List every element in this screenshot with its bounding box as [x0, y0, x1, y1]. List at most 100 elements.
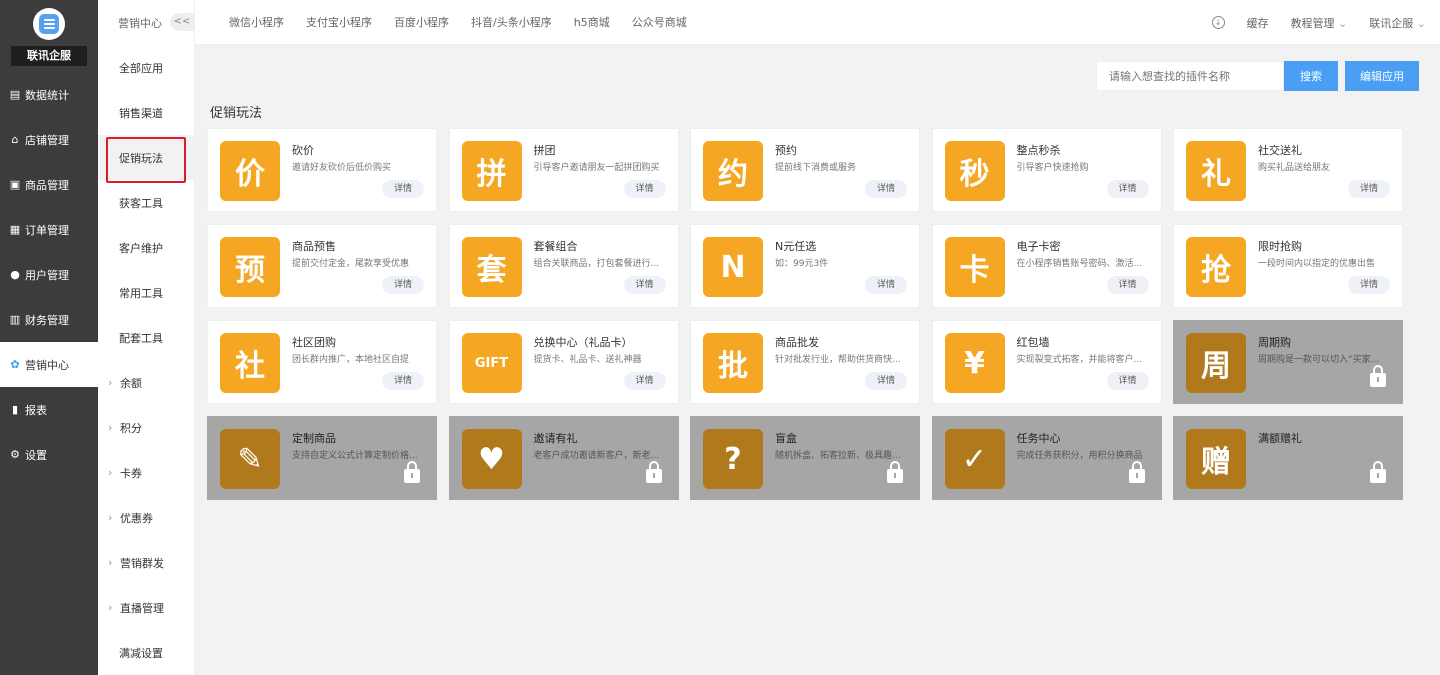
- platform-tab[interactable]: 公众号商城: [632, 14, 687, 30]
- chevron-right-icon: ›: [108, 601, 113, 614]
- cache-button[interactable]: 缓存: [1247, 15, 1269, 31]
- subnav-item[interactable]: › 营销群发: [98, 540, 194, 585]
- detail-button[interactable]: 详情: [1106, 276, 1149, 294]
- plugin-card[interactable]: 礼社交送礼 购买礼品送给朋友 详情: [1173, 128, 1403, 212]
- plugin-description: 随机拆盒、拓客拉新、极具趣...: [775, 451, 901, 461]
- sidebar-item[interactable]: ● 用户管理: [0, 252, 98, 297]
- lock-icon: [1370, 461, 1386, 483]
- collapse-button[interactable]: <<: [170, 13, 194, 31]
- plugin-card[interactable]: 抢限时抢购 一段时间内以指定的优惠出售 详情: [1173, 224, 1403, 308]
- detail-button[interactable]: 详情: [623, 276, 666, 294]
- search-bar: 搜索 编辑应用: [1096, 61, 1419, 91]
- plugin-card[interactable]: N N元任选 如：99元3件 详情: [690, 224, 920, 308]
- tutorial-menu[interactable]: 教程管理 ⌄: [1291, 15, 1348, 31]
- subnav-item[interactable]: › 直播管理: [98, 585, 194, 630]
- subnav-item[interactable]: 获客工具: [98, 180, 194, 225]
- plugin-icon: 周: [1186, 333, 1246, 393]
- subnav-item-label: 全部应用: [119, 61, 163, 75]
- subnav-item-label: 客户维护: [119, 241, 163, 255]
- plugin-name: 盲盒: [775, 432, 797, 445]
- subnav-item[interactable]: 客户维护: [98, 225, 194, 270]
- subnav-item-label: 营销群发: [120, 556, 164, 570]
- plugin-card[interactable]: 约预约 提前线下消费或服务 详情: [690, 128, 920, 212]
- plugin-card[interactable]: 拼拼团 引导客户邀请朋友一起拼团购买 详情: [448, 128, 679, 212]
- plugin-card[interactable]: ¥ 红包墙 实现裂变式拓客，并能将客户... 详情: [931, 320, 1162, 404]
- platform-tab[interactable]: h5商城: [574, 14, 610, 30]
- plugin-icon: 社: [220, 333, 280, 393]
- subnav-item[interactable]: › 余额: [98, 360, 194, 405]
- detail-button[interactable]: 详情: [1106, 180, 1149, 198]
- subnav-item[interactable]: 促销玩法: [98, 135, 194, 183]
- platform-tab[interactable]: 抖音/头条小程序: [471, 14, 552, 30]
- search-button[interactable]: 搜索: [1284, 61, 1338, 91]
- subnav-item[interactable]: 销售渠道: [98, 90, 194, 135]
- detail-button[interactable]: 详情: [1348, 276, 1390, 294]
- plugin-card[interactable]: 卡电子卡密 在小程序销售账号密码、激活... 详情: [931, 224, 1162, 308]
- goods-icon: ▣: [9, 178, 21, 191]
- sidebar-item[interactable]: ⌂ 店铺管理: [0, 117, 98, 162]
- download-icon[interactable]: ↓: [1211, 16, 1225, 29]
- account-label: 联讯企服: [1369, 16, 1414, 30]
- plugin-card[interactable]: ✓ 任务中心 完成任务获积分，用积分换商品: [931, 416, 1162, 500]
- subnav-item[interactable]: 常用工具: [98, 270, 194, 315]
- plugin-card[interactable]: 秒整点秒杀 引导客户快速抢购 详情: [931, 128, 1162, 212]
- edit-apps-button[interactable]: 编辑应用: [1345, 61, 1419, 91]
- detail-button[interactable]: 详情: [623, 180, 666, 198]
- platform-tab[interactable]: 微信小程序: [229, 14, 284, 30]
- detail-button[interactable]: 详情: [382, 276, 424, 294]
- plugin-card[interactable]: ♥ 邀请有礼 老客户成功邀请新客户，新老...: [448, 416, 679, 500]
- detail-button[interactable]: 详情: [1348, 180, 1390, 198]
- settings-icon: ⚙: [10, 448, 20, 461]
- subnav-item[interactable]: 配套工具: [98, 315, 194, 360]
- platform-tab[interactable]: 百度小程序: [394, 14, 449, 30]
- subnav-item[interactable]: 全部应用: [98, 45, 194, 90]
- highlight-box: [106, 137, 186, 183]
- plugin-card[interactable]: 周周期购 周期购是一款可以切入“买家...: [1173, 320, 1403, 404]
- plugin-card[interactable]: GIFT 兑换中心（礼品卡） 提货卡、礼品卡、送礼神器 详情: [448, 320, 679, 404]
- detail-button[interactable]: 详情: [1106, 372, 1149, 390]
- plugin-card[interactable]: 预商品预售 提前交付定金，尾款享受优惠 详情: [207, 224, 437, 308]
- detail-button[interactable]: 详情: [865, 372, 907, 390]
- subnav-item-label: 常用工具: [119, 286, 163, 300]
- chevron-right-icon: ›: [108, 466, 113, 479]
- subnav-item-label: 获客工具: [119, 196, 163, 210]
- logo-icon[interactable]: [33, 8, 65, 40]
- detail-button[interactable]: 详情: [865, 180, 907, 198]
- plugin-icon: ✓: [944, 429, 1005, 489]
- sidebar-item[interactable]: ⚙ 设置: [0, 432, 98, 477]
- chevron-right-icon: ›: [108, 376, 113, 389]
- plugin-card[interactable]: 赠满额赠礼: [1173, 416, 1403, 500]
- detail-button[interactable]: 详情: [623, 372, 666, 390]
- sidebar-item[interactable]: ▮ 报表: [0, 387, 98, 432]
- sidebar-item-label: 营销中心: [25, 358, 69, 372]
- plugin-card[interactable]: ✎ 定制商品 支持自定义公式计算定制价格...: [207, 416, 437, 500]
- plugin-name: N元任选: [775, 240, 817, 253]
- sidebar-item[interactable]: ▦ 订单管理: [0, 207, 98, 252]
- plugin-icon: 赠: [1186, 429, 1246, 489]
- sidebar-item[interactable]: ▥ 财务管理: [0, 297, 98, 342]
- chevron-right-icon: ›: [108, 511, 113, 524]
- detail-button[interactable]: 详情: [382, 180, 424, 198]
- plugin-card[interactable]: 社社区团购 团长群内推广，本地社区自提 详情: [207, 320, 437, 404]
- main-sidebar: 联讯企服 ▤ 数据统计 ⌂ 店铺管理 ▣ 商品管理 ▦ 订单管理 ● 用户管理 ▥ 财务管理 ✿ 营销中心…: [0, 0, 98, 675]
- subnav-item[interactable]: › 积分: [98, 405, 194, 450]
- plugin-card[interactable]: 批商品批发 针对批发行业，帮助供货商快... 详情: [690, 320, 920, 404]
- plugin-search-input[interactable]: [1096, 61, 1284, 91]
- sidebar-item[interactable]: ▣ 商品管理: [0, 162, 98, 207]
- plugin-card[interactable]: 价砍价 邀请好友砍价后低价购买 详情: [207, 128, 437, 212]
- subnav-item[interactable]: › 优惠券: [98, 495, 194, 540]
- plugin-description: 一段时间内以指定的优惠出售: [1258, 259, 1376, 269]
- account-menu[interactable]: 联讯企服 ⌄: [1369, 15, 1426, 31]
- plugin-card[interactable]: 套套餐组合 组合关联商品，打包套餐进行... 详情: [448, 224, 679, 308]
- detail-button[interactable]: 详情: [382, 372, 424, 390]
- subnav-item[interactable]: 满减设置: [98, 630, 194, 675]
- sidebar-item[interactable]: ▤ 数据统计: [0, 72, 98, 117]
- detail-button[interactable]: 详情: [865, 276, 907, 294]
- lock-icon: [1370, 365, 1386, 387]
- platform-tab[interactable]: 支付宝小程序: [306, 14, 372, 30]
- sidebar-item[interactable]: ✿ 营销中心: [0, 342, 98, 387]
- plugin-grid: 价砍价 邀请好友砍价后低价购买 详情拼拼团 引导客户邀请朋友一起拼团购买 详情约预约 提前…: [207, 128, 1403, 500]
- subnav-item[interactable]: › 卡券: [98, 450, 194, 495]
- plugin-icon: 拼: [461, 141, 522, 201]
- plugin-card[interactable]: ? 盲盒 随机拆盒、拓客拉新、极具趣...: [690, 416, 920, 500]
